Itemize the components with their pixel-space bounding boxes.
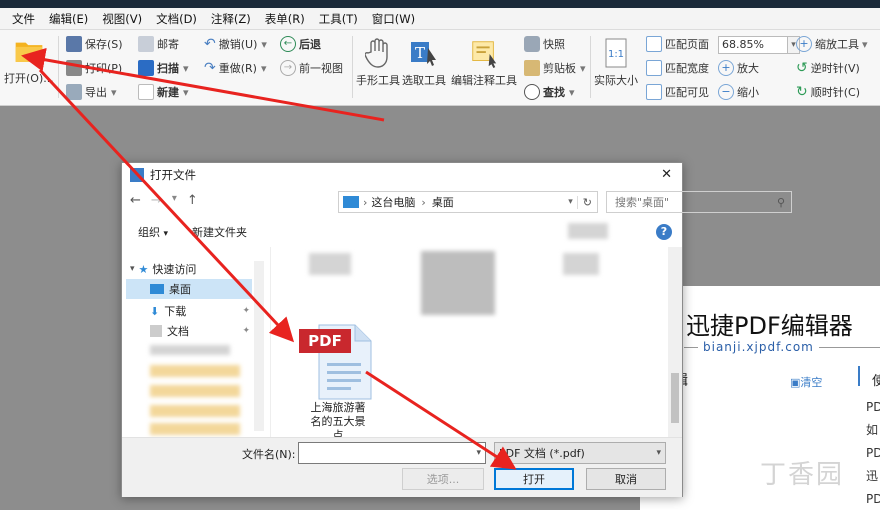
pdf-editor-window: 文件 编辑(E) 视图(V) 文档(D) 注释(Z) 表单(R) 工具(T) 窗… <box>0 0 880 510</box>
arrow-to-pdf-file <box>38 68 295 343</box>
arrow-to-open-button <box>365 370 517 470</box>
annotation-arrows <box>21 47 517 470</box>
